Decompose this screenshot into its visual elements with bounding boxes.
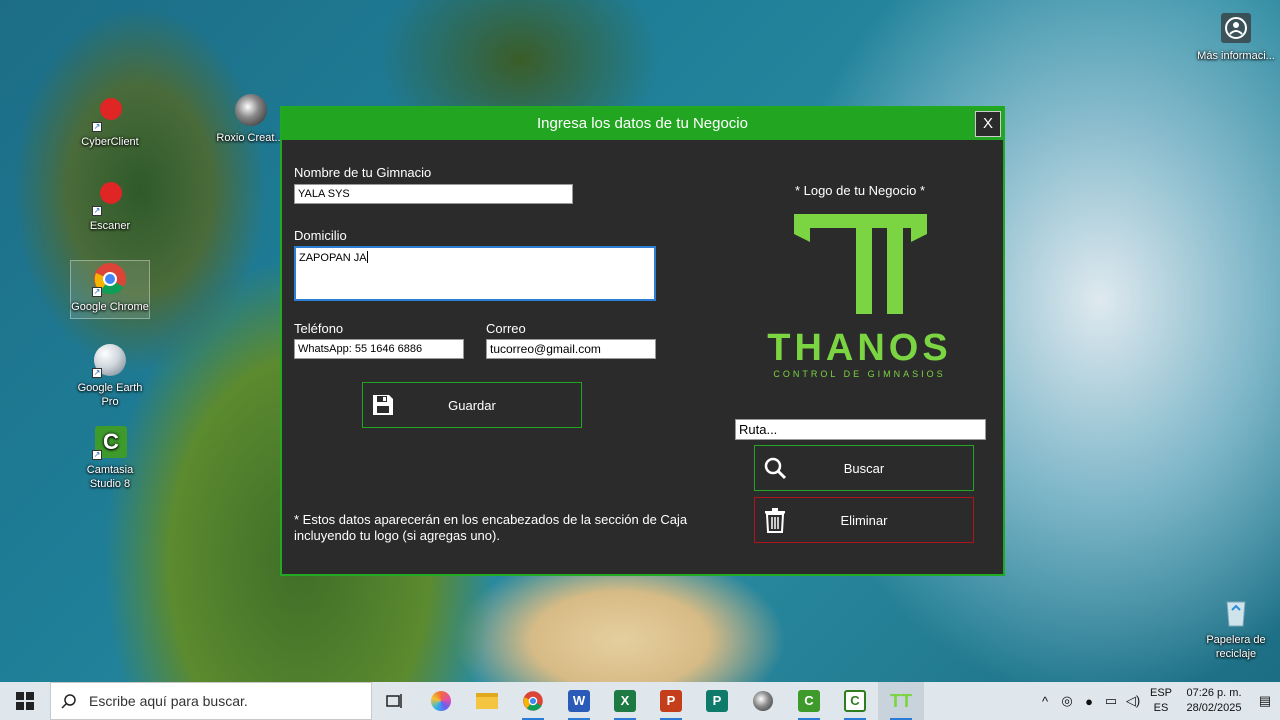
desktop-icon-google-earth[interactable]: ↗ Google Earth Pro	[70, 342, 150, 409]
logo-tagline: CONTROL DE GIMNASIOS	[773, 369, 946, 379]
powerpoint-icon[interactable]: P	[648, 682, 694, 720]
email-input[interactable]: tucorreo@gmail.com	[486, 339, 656, 359]
business-logo: THANOS CONTROL DE GIMNASIOS	[737, 212, 982, 392]
taskbar-search-placeholder: Escribe aquí para buscar.	[89, 693, 248, 709]
info-note: * Estos datos aparecerán en los encabeza…	[294, 512, 734, 544]
clock-time: 07:26 p. m.	[1186, 687, 1242, 699]
taskbar: Escribe aquí para buscar. W X P P C C TT…	[0, 682, 1280, 720]
address-value: ZAPOPAN JA	[299, 252, 367, 264]
system-tray: ^ ◎ ● ▭ ◁) ESP ES 07:26 p. m. 28/02/2025…	[1034, 682, 1280, 720]
dialog-titlebar[interactable]: Ingresa los datos de tu Negocio X	[282, 108, 1003, 140]
info-icon	[1218, 10, 1254, 46]
desktop-icon-chrome[interactable]: ↗ Google Chrome	[70, 260, 150, 319]
windows-logo-icon	[16, 692, 34, 710]
trash-icon	[755, 507, 795, 533]
network-icon[interactable]: ▭	[1100, 693, 1122, 709]
delete-logo-button[interactable]: Eliminar	[754, 497, 974, 543]
desktop-icon-label: Google Earth Pro	[77, 382, 143, 408]
camtasia-icon[interactable]: C	[786, 682, 832, 720]
text-caret	[366, 251, 368, 263]
desktop-icon-more-info[interactable]: Más informaci...	[1196, 10, 1276, 63]
cyberclient-icon: ↗	[92, 96, 128, 132]
business-data-dialog: Ingresa los datos de tu Negocio X Nombre…	[280, 106, 1005, 576]
delete-logo-button-label: Eliminar	[840, 512, 888, 528]
excel-icon[interactable]: X	[602, 682, 648, 720]
camera-icon[interactable]: ◎	[1056, 693, 1078, 709]
language-indicator[interactable]: ESP ES	[1144, 686, 1178, 716]
search-logo-button[interactable]: Buscar	[754, 445, 974, 491]
phone-input[interactable]: WhatsApp: 55 1646 6886	[294, 339, 464, 359]
phone-label: Teléfono	[294, 321, 344, 336]
info-note-line1: * Estos datos aparecerán en los encabeza…	[294, 512, 688, 527]
language-top: ESP	[1149, 687, 1172, 699]
task-view-icon[interactable]	[372, 682, 418, 720]
desktop-icon-label: Roxio Creat...	[216, 132, 284, 144]
search-icon	[61, 694, 76, 709]
gym-name-label: Nombre de tu Gimnacio	[294, 165, 432, 180]
language-bottom: ES	[1153, 702, 1169, 714]
chrome-icon[interactable]	[510, 682, 556, 720]
gym-name-input[interactable]: YALA SYS	[294, 184, 573, 204]
address-label: Domicilio	[294, 228, 347, 243]
escaner-icon: ↗	[92, 180, 128, 216]
thanos-logo-mark-icon	[794, 214, 927, 314]
copilot-icon[interactable]	[418, 682, 464, 720]
desktop-icon-label: Más informaci...	[1197, 50, 1275, 62]
logo-path-input[interactable]: Ruta...	[735, 419, 986, 440]
desktop-icon-label: CyberClient	[81, 136, 139, 148]
recycle-bin-icon	[1218, 594, 1254, 630]
microphone-icon[interactable]: ●	[1078, 694, 1100, 709]
word-icon[interactable]: W	[556, 682, 602, 720]
desktop-icon-camtasia[interactable]: C ↗ Camtasia Studio 8	[70, 424, 150, 491]
clock[interactable]: 07:26 p. m. 28/02/2025	[1178, 686, 1250, 716]
roxio-icon[interactable]	[740, 682, 786, 720]
desktop-icon-roxio[interactable]: Roxio Creat...	[210, 92, 290, 145]
desktop-icon-label: Camtasia Studio 8	[86, 464, 134, 490]
camtasia-recorder-icon[interactable]: C	[832, 682, 878, 720]
desktop-icon-recycle-bin[interactable]: Papelera de reciclaje	[1196, 594, 1276, 661]
floppy-disk-icon	[363, 393, 403, 417]
volume-icon[interactable]: ◁)	[1122, 693, 1144, 709]
clock-date: 28/02/2025	[1186, 702, 1242, 714]
publisher-icon[interactable]: P	[694, 682, 740, 720]
camtasia-icon: C ↗	[92, 424, 128, 460]
notification-icon[interactable]: ▤	[1250, 693, 1280, 709]
logo-brand: THANOS	[767, 327, 952, 369]
google-earth-icon: ↗	[92, 342, 128, 378]
save-button-label: Guardar	[448, 397, 496, 413]
taskbar-search-box[interactable]: Escribe aquí para buscar.	[50, 682, 372, 720]
chevron-up-icon[interactable]: ^	[1034, 694, 1056, 709]
roxio-icon	[232, 92, 268, 128]
desktop-icon-escaner[interactable]: ↗ Escaner	[70, 180, 150, 233]
address-input[interactable]: ZAPOPAN JA	[294, 246, 656, 301]
chrome-icon: ↗	[92, 261, 128, 297]
search-logo-button-label: Buscar	[843, 460, 885, 476]
info-note-line2: incluyendo tu logo (si agregas uno).	[294, 528, 500, 543]
desktop-icon-cyberclient[interactable]: ↗ CyberClient	[70, 96, 150, 149]
close-button[interactable]: X	[975, 111, 1001, 137]
desktop-icon-label: Escaner	[89, 220, 131, 232]
desktop-icon-label: Papelera de reciclaje	[1206, 634, 1266, 660]
email-label: Correo	[486, 321, 526, 336]
search-icon	[755, 456, 795, 480]
dialog-title: Ingresa los datos de tu Negocio	[537, 115, 748, 132]
file-explorer-icon[interactable]	[464, 682, 510, 720]
thanos-icon[interactable]: TT	[878, 682, 924, 720]
save-button[interactable]: Guardar	[362, 382, 582, 428]
start-button[interactable]	[0, 682, 50, 720]
desktop-icon-label: Google Chrome	[71, 301, 149, 313]
logo-label: * Logo de tu Negocio *	[794, 183, 926, 198]
